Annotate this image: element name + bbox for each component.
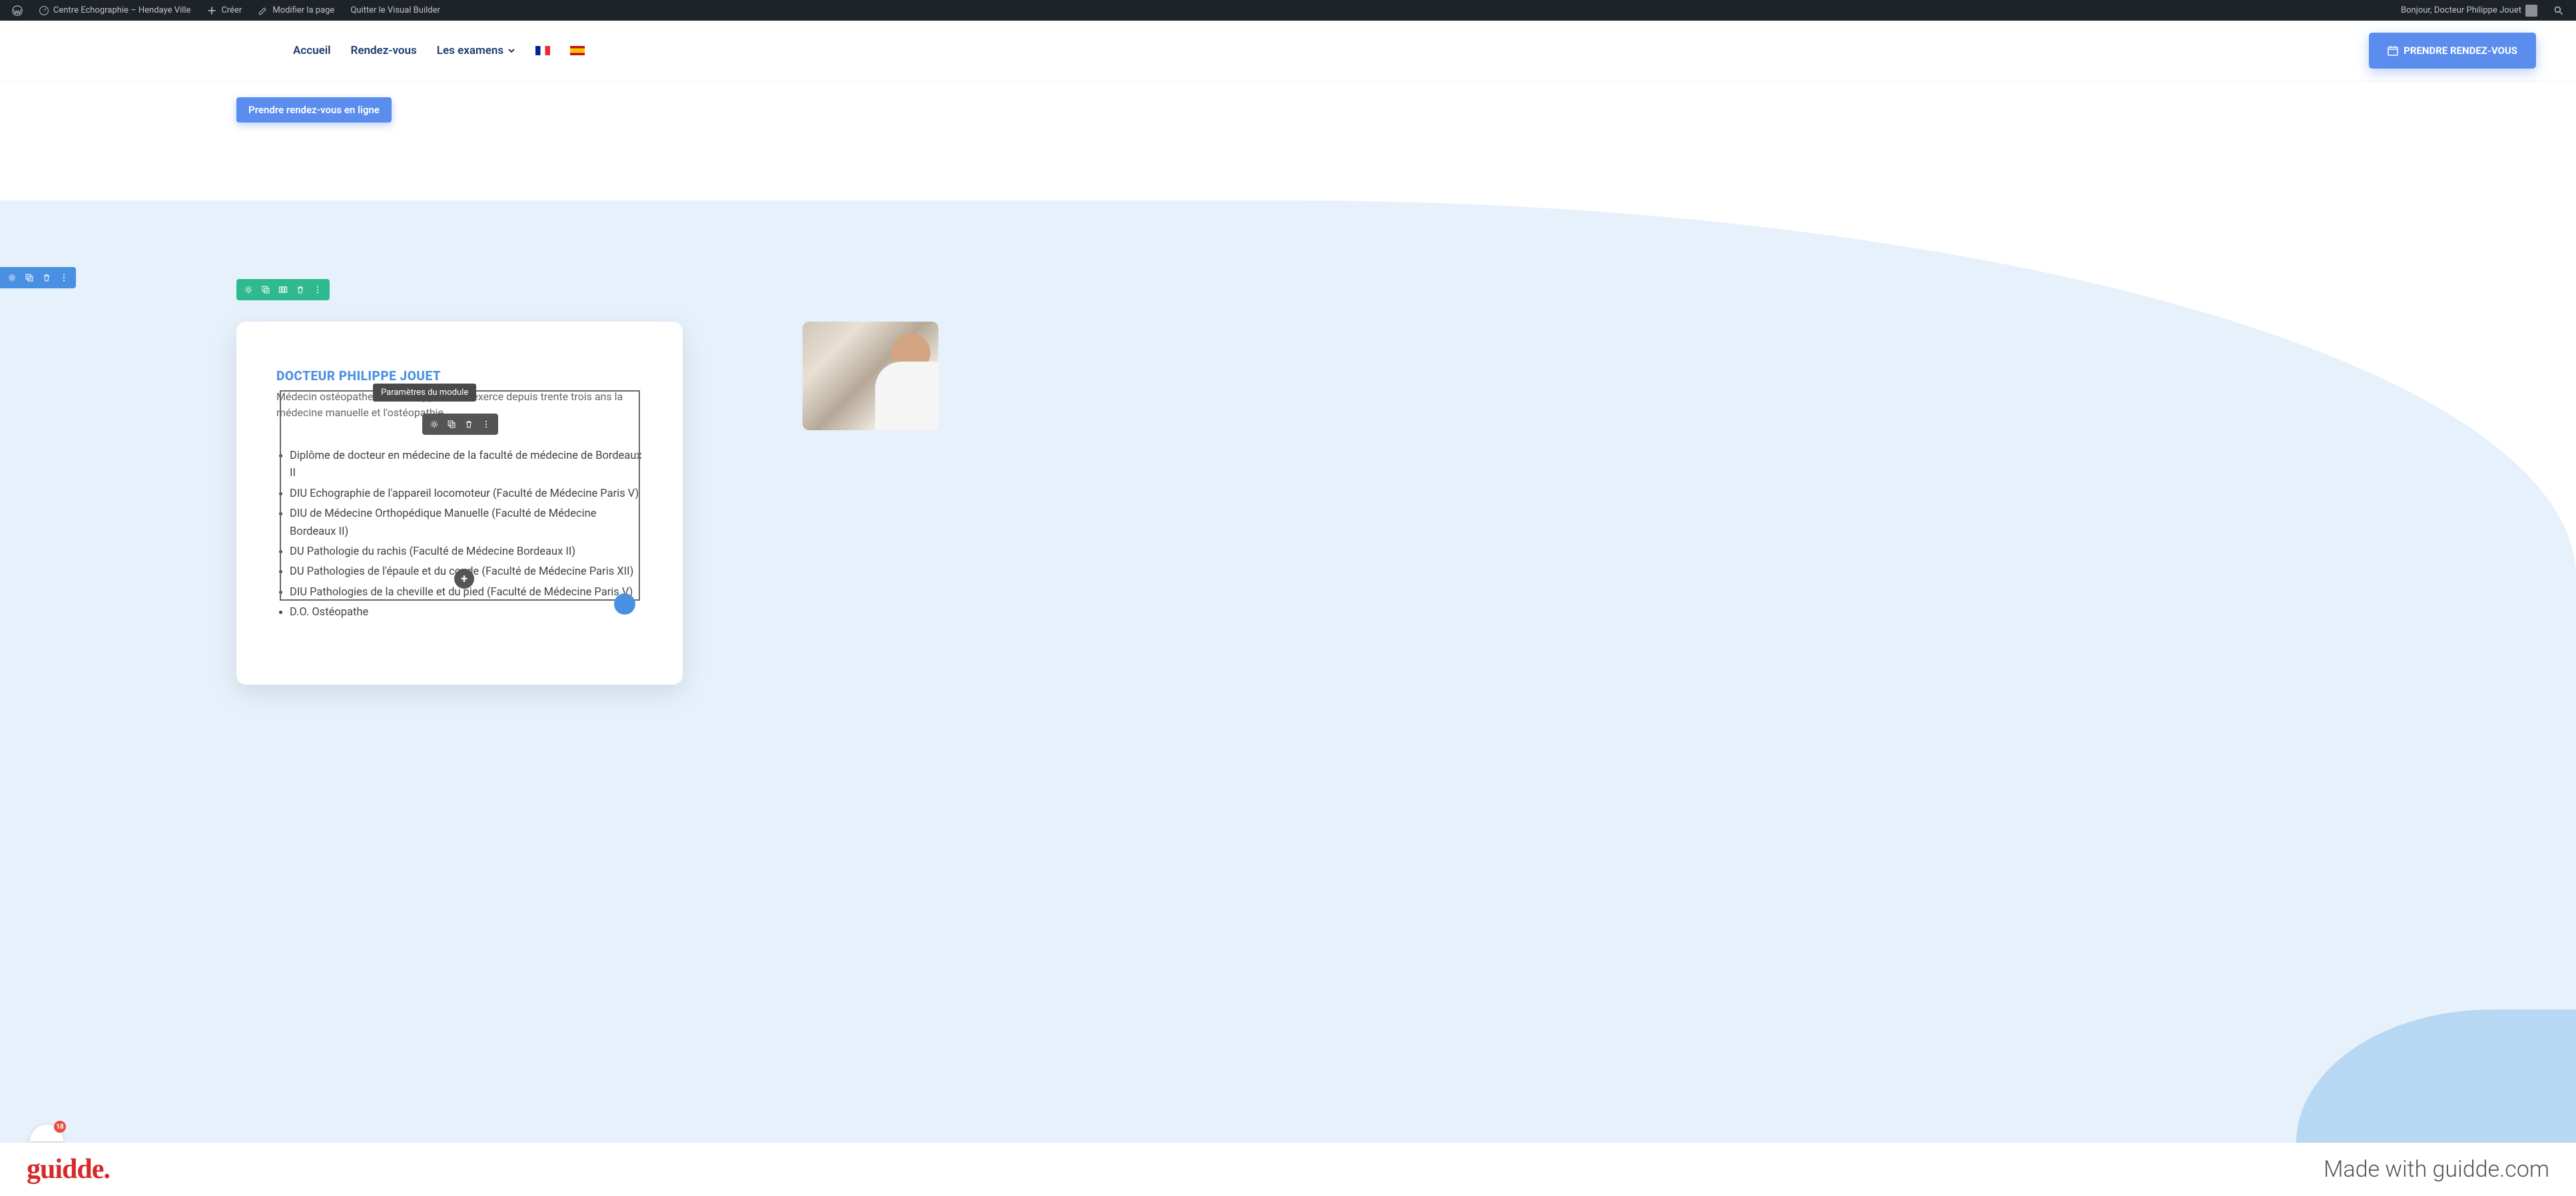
- section-delete-icon[interactable]: [39, 270, 55, 286]
- nav-lang-es[interactable]: [570, 44, 585, 57]
- flag-es-icon: [570, 46, 585, 55]
- made-with-text: Made with guidde.com: [2324, 1156, 2549, 1183]
- plus-icon: [206, 5, 217, 16]
- chevron-down-icon: [507, 47, 515, 55]
- dashboard-icon: [39, 5, 49, 16]
- wp-admin-bar: Centre Echographie – Hendaye Ville Créer…: [0, 0, 2576, 21]
- nav-lang-fr[interactable]: [535, 44, 550, 57]
- module-duplicate-icon[interactable]: [444, 416, 460, 432]
- notification-badge: 18: [54, 1121, 66, 1133]
- plus-icon: +: [461, 572, 468, 586]
- nav-exams[interactable]: Les examens: [437, 44, 515, 57]
- create-new-link[interactable]: Créer: [200, 0, 248, 21]
- inline-rdv-button[interactable]: Prendre rendez-vous en ligne: [236, 97, 392, 123]
- section-duplicate-icon[interactable]: [21, 270, 37, 286]
- doctor-photo: [803, 322, 938, 430]
- nav-rendezvous[interactable]: Rendez-vous: [351, 44, 417, 57]
- guidde-footer: guidde. Made with guidde.com: [0, 1143, 2576, 1196]
- pencil-icon: [258, 5, 268, 16]
- list-item: DU Pathologie du rachis (Faculté de Méde…: [290, 543, 643, 561]
- section-toolbar: [0, 267, 76, 288]
- wp-logo[interactable]: [5, 0, 29, 21]
- avatar-icon: [2525, 5, 2537, 17]
- edit-page-link[interactable]: Modifier la page: [251, 0, 341, 21]
- row-settings-icon[interactable]: [240, 282, 256, 298]
- search-toggle[interactable]: [2547, 0, 2571, 21]
- list-item: D.O. Ostéopathe: [290, 604, 643, 621]
- module-toolbar: [422, 414, 498, 435]
- flag-fr-icon: [535, 46, 550, 55]
- row-toolbar: [236, 279, 330, 300]
- row-duplicate-icon[interactable]: [258, 282, 274, 298]
- section-more-icon[interactable]: [56, 270, 72, 286]
- search-icon: [2553, 5, 2564, 16]
- card-title: DOCTEUR PHILIPPE JOUET: [276, 368, 643, 384]
- greeting-text: Bonjour, Docteur Philippe Jouet: [2401, 5, 2521, 15]
- row-more-icon[interactable]: [310, 282, 326, 298]
- site-name-text: Centre Echographie – Hendaye Ville: [53, 5, 190, 15]
- page-canvas: Prendre rendez-vous en ligne DOCTEUR PHI…: [0, 81, 2576, 1143]
- exit-visual-builder[interactable]: Quitter le Visual Builder: [344, 0, 447, 21]
- guidde-logo: guidde.: [27, 1153, 110, 1185]
- row-columns-icon[interactable]: [275, 282, 291, 298]
- qualifications-list: Diplôme de docteur en médecine de la fac…: [276, 448, 643, 622]
- primary-nav: Accueil Rendez-vous Les examens: [293, 44, 585, 57]
- create-label: Créer: [221, 5, 242, 15]
- user-greeting[interactable]: Bonjour, Docteur Philippe Jouet: [2394, 0, 2544, 21]
- section-settings-icon[interactable]: [4, 270, 20, 286]
- add-module-button[interactable]: +: [454, 569, 474, 589]
- list-item: DIU Echographie de l'appareil locomoteur…: [290, 485, 643, 503]
- wp-admin-right: Bonjour, Docteur Philippe Jouet: [2394, 0, 2571, 21]
- site-header: Accueil Rendez-vous Les examens PRENDRE …: [0, 21, 2576, 81]
- header-cta-label: PRENDRE RENDEZ-VOUS: [2404, 45, 2517, 57]
- module-more-icon[interactable]: [478, 416, 494, 432]
- column-add-handle[interactable]: [614, 593, 635, 615]
- edit-page-label: Modifier la page: [272, 5, 334, 15]
- header-cta-button[interactable]: PRENDRE RENDEZ-VOUS: [2369, 33, 2536, 69]
- site-name-link[interactable]: Centre Echographie – Hendaye Ville: [32, 0, 197, 21]
- wordpress-icon: [12, 5, 23, 16]
- list-item: DIU de Médecine Orthopédique Manuelle (F…: [290, 505, 643, 541]
- row-delete-icon[interactable]: [292, 282, 308, 298]
- module-settings-tooltip: Paramètres du module: [373, 384, 476, 402]
- module-settings-icon[interactable]: [426, 416, 442, 432]
- doctor-card: DOCTEUR PHILIPPE JOUET Médecin ostéopath…: [236, 322, 683, 685]
- nav-home[interactable]: Accueil: [293, 44, 331, 57]
- exit-vb-label: Quitter le Visual Builder: [350, 5, 440, 15]
- calendar-icon: [2388, 45, 2398, 56]
- nav-exams-label: Les examens: [437, 44, 503, 57]
- list-item: Diplôme de docteur en médecine de la fac…: [290, 448, 643, 483]
- wp-admin-left: Centre Echographie – Hendaye Ville Créer…: [5, 0, 447, 21]
- module-delete-icon[interactable]: [461, 416, 477, 432]
